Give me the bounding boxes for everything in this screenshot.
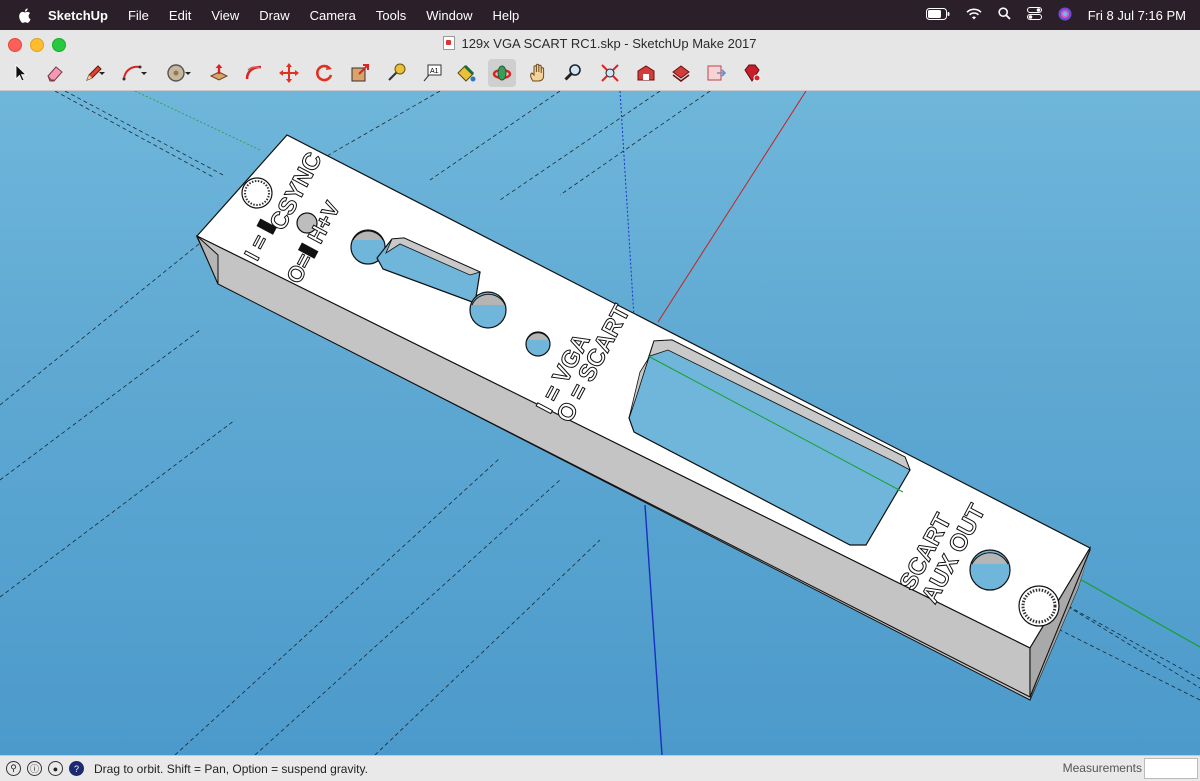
push-pull-icon[interactable] — [205, 59, 233, 87]
status-bar: ⚲ ⓘ ● ? Drag to orbit. Shift = Pan, Opti… — [0, 755, 1200, 781]
window-title: 129x VGA SCART RC1.skp - SketchUp Make 2… — [461, 35, 757, 51]
menu-file[interactable]: File — [128, 8, 149, 23]
model-viewport[interactable]: CSYNC I = ⫴ O=⫴ H+V I = VGA O = SCART SC… — [0, 91, 1200, 755]
text-icon[interactable]: A1 — [418, 59, 446, 87]
apple-icon[interactable] — [16, 7, 32, 23]
sketchup-window: 129x VGA SCART RC1.skp - SketchUp Make 2… — [0, 30, 1200, 781]
svg-text:A1: A1 — [430, 68, 439, 75]
main-toolbar: A1 — [0, 56, 1200, 91]
menu-camera[interactable]: Camera — [310, 8, 356, 23]
document-icon — [443, 36, 456, 50]
geo-location-icon[interactable]: ⚲ — [6, 761, 21, 776]
pan-icon[interactable] — [524, 59, 552, 87]
siri-icon[interactable] — [1058, 7, 1072, 24]
layout-icon[interactable] — [702, 59, 730, 87]
orbit-icon[interactable] — [488, 59, 516, 87]
help-icon[interactable]: ? — [69, 761, 84, 776]
credits-icon[interactable]: ⓘ — [27, 761, 42, 776]
knurled-screw-hole-right — [1018, 585, 1060, 627]
battery-icon[interactable] — [925, 7, 950, 23]
circle-dropdown-icon[interactable] — [181, 59, 195, 87]
red-axis — [657, 91, 807, 323]
model-canvas[interactable]: CSYNC I = ⫴ O=⫴ H+V I = VGA O = SCART SC… — [0, 91, 1200, 755]
knurled-screw-hole-left — [241, 177, 273, 209]
minimize-window-button[interactable] — [30, 38, 44, 52]
arc-dropdown-icon[interactable] — [137, 59, 151, 87]
blue-axis — [644, 504, 663, 755]
close-window-button[interactable] — [8, 38, 22, 52]
zoom-window-button[interactable] — [52, 38, 66, 52]
extension-warehouse-icon[interactable] — [667, 59, 695, 87]
menu-edit[interactable]: Edit — [169, 8, 191, 23]
menu-app-name[interactable]: SketchUp — [48, 8, 108, 23]
menu-window[interactable]: Window — [426, 8, 472, 23]
warehouse-icon[interactable] — [632, 59, 660, 87]
menu-tools[interactable]: Tools — [376, 8, 406, 23]
select-icon[interactable] — [6, 59, 34, 87]
follow-me-icon[interactable] — [240, 59, 268, 87]
menubar-clock[interactable]: Fri 8 Jul 7:16 PM — [1088, 8, 1186, 23]
zoom-extents-icon[interactable] — [596, 59, 624, 87]
green-axis-hidden — [134, 91, 261, 151]
measurements-input[interactable] — [1144, 758, 1198, 779]
eraser-icon[interactable] — [41, 59, 69, 87]
wifi-icon[interactable] — [966, 8, 982, 23]
tape-measure-icon[interactable] — [382, 59, 410, 87]
user-account-icon[interactable]: ● — [48, 761, 63, 776]
spotlight-search-icon[interactable] — [998, 7, 1011, 23]
menu-help[interactable]: Help — [492, 8, 519, 23]
status-hint: Drag to orbit. Shift = Pan, Option = sus… — [94, 761, 368, 776]
green-axis — [1077, 577, 1200, 648]
menu-draw[interactable]: Draw — [259, 8, 289, 23]
ruby-icon[interactable] — [738, 59, 766, 87]
move-icon[interactable] — [275, 59, 303, 87]
pencil-dropdown-icon[interactable] — [95, 59, 109, 87]
window-titlebar: 129x VGA SCART RC1.skp - SketchUp Make 2… — [0, 30, 1200, 56]
menu-view[interactable]: View — [211, 8, 239, 23]
menu-bar: SketchUp File Edit View Draw Camera Tool… — [0, 0, 1200, 30]
rotate-icon[interactable] — [310, 59, 338, 87]
control-center-icon[interactable] — [1026, 7, 1042, 23]
paint-bucket-icon[interactable] — [452, 59, 480, 87]
measurements-label: Measurements — [1062, 761, 1142, 775]
scale-icon[interactable] — [346, 59, 374, 87]
zoom-icon[interactable] — [559, 59, 587, 87]
